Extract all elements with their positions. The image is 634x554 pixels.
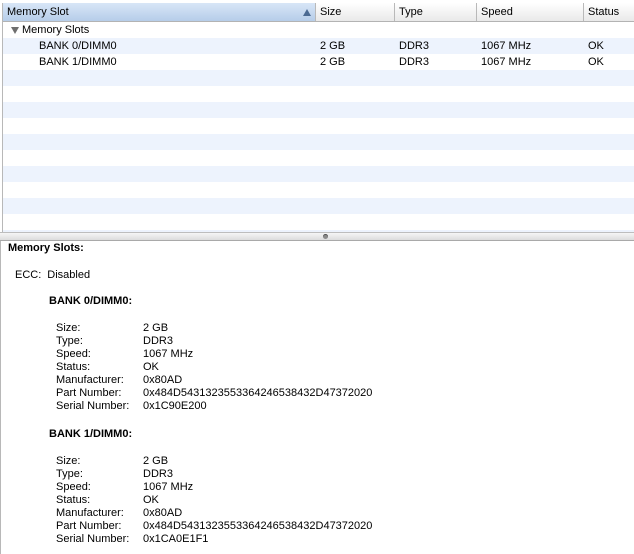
column-header-label: Speed xyxy=(481,6,513,18)
property-key: Status: xyxy=(56,494,91,506)
speed-cell: 1067 MHz xyxy=(481,40,532,52)
property-row: Type: DDR3 xyxy=(56,468,372,481)
table-row[interactable]: BANK 1/DIMM0 2 GB DDR3 1067 MHz OK xyxy=(3,54,634,70)
empty-row xyxy=(3,182,634,198)
empty-row xyxy=(3,118,634,134)
bank-properties: Size: 2 GB Type: DDR3 Speed: 1067 MHz Statu… xyxy=(56,455,372,546)
bank-title: BANK 1/DIMM0: xyxy=(49,428,133,440)
group-row-memory-slots[interactable]: Memory Slots xyxy=(3,22,634,38)
column-header-status[interactable]: Status xyxy=(584,3,634,21)
column-header-label: Type xyxy=(399,6,423,18)
property-row: Manufacturer: 0x80AD xyxy=(56,374,372,387)
property-row: Status: OK xyxy=(56,361,372,374)
empty-row xyxy=(3,134,634,150)
divider-grip-icon[interactable] xyxy=(323,234,328,239)
property-key: Speed: xyxy=(56,348,91,360)
column-header-label: Size xyxy=(320,6,342,18)
slot-cell: BANK 0/DIMM0 xyxy=(39,40,117,52)
property-value: 0x80AD xyxy=(143,374,183,386)
property-key: Status: xyxy=(56,361,91,373)
group-label: Memory Slots xyxy=(22,24,90,36)
property-value: DDR3 xyxy=(143,468,173,480)
property-value: 0x80AD xyxy=(143,507,183,519)
property-key: Part Number: xyxy=(56,387,122,399)
property-row: Size: 2 GB xyxy=(56,455,372,468)
empty-row xyxy=(3,166,634,182)
property-row: Type: DDR3 xyxy=(56,335,372,348)
property-key: Serial Number: xyxy=(56,400,130,412)
memory-table[interactable]: Memory Slot Size Type Speed Status Memor… xyxy=(2,3,634,232)
property-key: Manufacturer: xyxy=(56,507,124,519)
column-header-label: Status xyxy=(588,6,620,18)
property-value: 2 GB xyxy=(143,455,169,467)
status-cell: OK xyxy=(588,56,604,68)
sort-ascending-icon xyxy=(303,9,311,16)
column-header-type[interactable]: Type xyxy=(395,3,477,21)
ecc-value: Disabled xyxy=(47,269,91,281)
property-value: 1067 MHz xyxy=(143,348,194,360)
property-row: Serial Number: 0x1CA0E1F1 xyxy=(56,533,372,546)
property-row: Part Number: 0x484D5431323553364246538432… xyxy=(56,387,372,400)
table-header: Memory Slot Size Type Speed Status xyxy=(3,3,634,22)
property-row: Status: OK xyxy=(56,494,372,507)
ecc-line: ECC: Disabled xyxy=(15,269,90,282)
detail-pane: Memory Slots: ECC: Disabled BANK 0/DIMM0:… xyxy=(0,241,634,554)
column-header-size[interactable]: Size xyxy=(316,3,395,21)
property-value: 0x1CA0E1F1 xyxy=(143,533,209,545)
property-row: Speed: 1067 MHz xyxy=(56,481,372,494)
empty-row xyxy=(3,198,634,214)
property-row: Size: 2 GB xyxy=(56,322,372,335)
table-body: Memory Slots BANK 0/DIMM0 2 GB DDR3 1067… xyxy=(3,22,634,232)
property-value: 0x1C90E200 xyxy=(143,400,207,412)
property-row: Serial Number: 0x1C90E200 xyxy=(56,400,372,413)
property-row: Manufacturer: 0x80AD xyxy=(56,507,372,520)
property-key: Part Number: xyxy=(56,520,122,532)
property-row: Part Number: 0x484D5431323553364246538432… xyxy=(56,520,372,533)
status-cell: OK xyxy=(588,40,604,52)
property-value: OK xyxy=(143,361,159,373)
empty-row xyxy=(3,102,634,118)
property-value: DDR3 xyxy=(143,335,173,347)
empty-row xyxy=(3,86,634,102)
property-key: Type: xyxy=(56,335,83,347)
property-key: Manufacturer: xyxy=(56,374,124,386)
bank-title: BANK 0/DIMM0: xyxy=(49,295,133,307)
disclosure-triangle-icon[interactable] xyxy=(11,26,19,34)
ecc-label: ECC: xyxy=(15,269,42,281)
detail-title: Memory Slots: xyxy=(8,242,84,254)
property-value: 0x484D5431323553364246538432D47372020 xyxy=(143,387,373,399)
property-row: Speed: 1067 MHz xyxy=(56,348,372,361)
property-value: 2 GB xyxy=(143,322,169,334)
property-key: Size: xyxy=(56,322,81,334)
property-key: Speed: xyxy=(56,481,91,493)
property-key: Serial Number: xyxy=(56,533,130,545)
group-cell: Memory Slots xyxy=(3,22,316,38)
column-header-label: Memory Slot xyxy=(7,6,69,18)
split-view-divider[interactable] xyxy=(0,232,634,241)
property-value: 1067 MHz xyxy=(143,481,194,493)
column-header-speed[interactable]: Speed xyxy=(477,3,584,21)
empty-row xyxy=(3,150,634,166)
speed-cell: 1067 MHz xyxy=(481,56,532,68)
size-cell: 2 GB xyxy=(320,56,346,68)
empty-row xyxy=(3,214,634,230)
property-value: 0x484D5431323553364246538432D47372020 xyxy=(143,520,373,532)
table-row[interactable]: BANK 0/DIMM0 2 GB DDR3 1067 MHz OK xyxy=(3,38,634,54)
type-cell: DDR3 xyxy=(399,40,429,52)
property-key: Type: xyxy=(56,468,83,480)
bank-properties: Size: 2 GB Type: DDR3 Speed: 1067 MHz Statu… xyxy=(56,322,372,413)
column-header-memory-slot[interactable]: Memory Slot xyxy=(3,3,316,21)
size-cell: 2 GB xyxy=(320,40,346,52)
property-value: OK xyxy=(143,494,159,506)
slot-cell: BANK 1/DIMM0 xyxy=(39,56,117,68)
empty-row xyxy=(3,70,634,86)
type-cell: DDR3 xyxy=(399,56,429,68)
property-key: Size: xyxy=(56,455,81,467)
